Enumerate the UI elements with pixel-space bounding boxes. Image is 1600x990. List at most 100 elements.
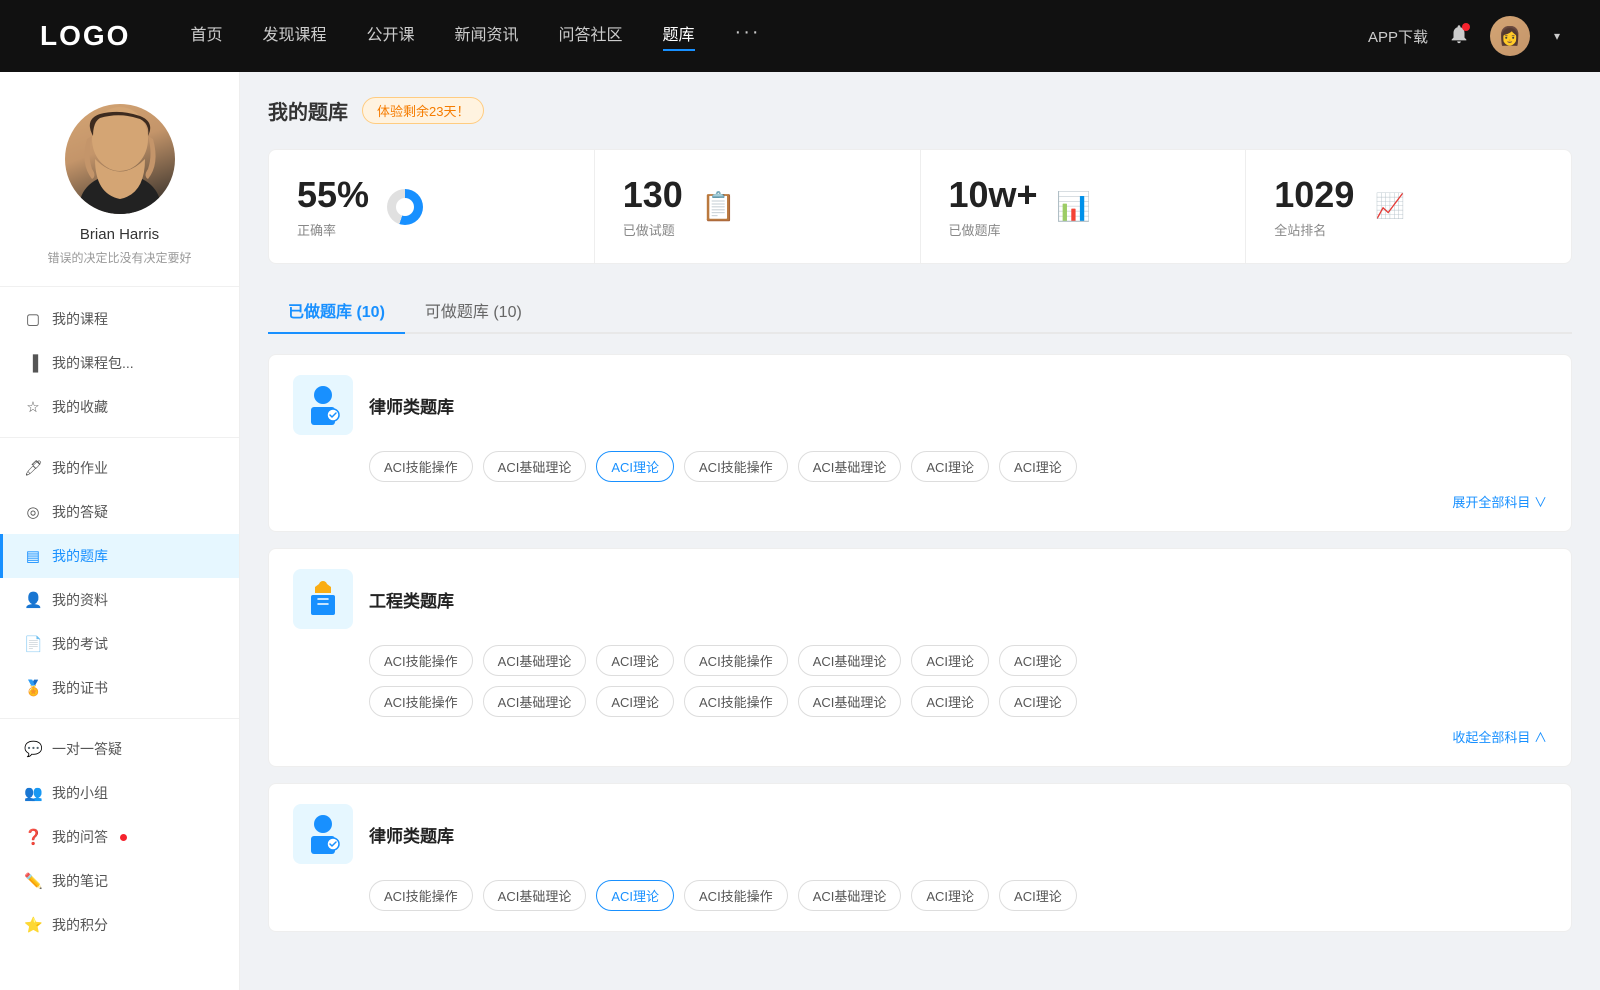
qbank-tag[interactable]: ACI理论 [999, 686, 1077, 717]
qbank-title-engineer: 工程类题库 [369, 587, 454, 612]
sidebar-username: Brian Harris [80, 226, 159, 243]
notification-bell[interactable] [1448, 23, 1470, 50]
nav-qbank[interactable]: 题库 [663, 21, 695, 51]
qbank-tag[interactable]: ACI理论 [999, 880, 1077, 911]
sidebar-item-courses[interactable]: ▢ 我的课程 [0, 297, 239, 341]
qbank-tag[interactable]: ACI基础理论 [483, 645, 587, 676]
qbank-header-2: 工程类题库 [293, 569, 1547, 629]
exam-icon: 📄 [24, 635, 42, 653]
qbank-tag[interactable]: ACI技能操作 [684, 686, 788, 717]
stat-done-banks-label: 已做题库 [949, 220, 1038, 239]
notes-icon: ✏️ [24, 872, 42, 890]
sidebar-item-exam-label: 我的考试 [52, 634, 108, 654]
qbank-tag[interactable]: ACI基础理论 [798, 451, 902, 482]
qbank-tag[interactable]: ACI基础理论 [798, 880, 902, 911]
stat-accuracy-icon [385, 187, 425, 227]
main-content: 我的题库 体验剩余23天！ 55% 正确率 130 已做试题 📋 [240, 72, 1600, 990]
qbank-tag[interactable]: ACI技能操作 [369, 686, 473, 717]
sidebar-divider-1 [0, 437, 239, 438]
collapse-button-2[interactable]: 收起全部科目 ∧ [1452, 727, 1547, 746]
nav-qa[interactable]: 问答社区 [559, 21, 623, 51]
qbank-tag[interactable]: ACI技能操作 [684, 645, 788, 676]
sidebar-item-qa-label: 我的答疑 [52, 502, 108, 522]
qbank-tag[interactable]: ACI技能操作 [684, 451, 788, 482]
qbank-tag[interactable]: ACI技能操作 [369, 880, 473, 911]
qa-red-dot [120, 834, 127, 841]
bar-chart-icon: 📈 [1375, 192, 1405, 221]
qbank-tag[interactable]: ACI技能操作 [369, 451, 473, 482]
qbank-tag[interactable]: ACI基础理论 [483, 451, 587, 482]
qbank-header-3: 律师类题库 [293, 804, 1547, 864]
nav-more[interactable]: ··· [735, 21, 761, 51]
sidebar-item-group[interactable]: 👥 我的小组 [0, 771, 239, 815]
qbank-tag[interactable]: ACI理论 [911, 645, 989, 676]
qbank-tag[interactable]: ACI基础理论 [798, 686, 902, 717]
expand-button-1[interactable]: 展开全部科目 ∨ [1452, 492, 1547, 511]
tab-available-banks[interactable]: 可做题库 (10) [405, 288, 542, 332]
qbank-tag[interactable]: ACI技能操作 [369, 645, 473, 676]
stat-rank-label: 全站排名 [1274, 220, 1354, 239]
sidebar-item-points-label: 我的积分 [52, 915, 108, 935]
bell-notification-dot [1462, 23, 1470, 31]
qbank-card-lawyer-1: 律师类题库 ACI技能操作 ACI基础理论 ACI理论 ACI技能操作 ACI基… [268, 354, 1572, 532]
nav-opencourse[interactable]: 公开课 [366, 21, 414, 51]
qbank-tag[interactable]: ACI理论 [999, 451, 1077, 482]
qbank-tag[interactable]: ACI技能操作 [684, 880, 788, 911]
qbank-tag[interactable]: ACI理论 [999, 645, 1077, 676]
sidebar-item-profile[interactable]: 👤 我的资料 [0, 578, 239, 622]
qbank-footer-2: 收起全部科目 ∧ [293, 727, 1547, 746]
sidebar-item-qbank-label: 我的题库 [52, 546, 108, 566]
course-packages-icon: ▐ [24, 355, 42, 372]
nav-news[interactable]: 新闻资讯 [455, 21, 519, 51]
qbank-title-lawyer-2: 律师类题库 [369, 822, 454, 847]
sidebar-item-course-packages-label: 我的课程包... [52, 353, 134, 373]
sidebar-menu: ▢ 我的课程 ▐ 我的课程包... ☆ 我的收藏 🖊 我的作业 ◎ 我的答疑 ▤ [0, 287, 239, 947]
sidebar-profile: Brian Harris 错误的决定比没有决定要好 [0, 72, 239, 287]
qbank-tag[interactable]: ACI理论 [911, 880, 989, 911]
stat-done-questions-label: 已做试题 [623, 220, 683, 239]
sidebar-item-course-packages[interactable]: ▐ 我的课程包... [0, 341, 239, 385]
qbank-tag[interactable]: ACI基础理论 [798, 645, 902, 676]
sidebar-item-qa[interactable]: ◎ 我的答疑 [0, 490, 239, 534]
doc-icon: 📋 [701, 190, 736, 223]
nav-links: 首页 发现课程 公开课 新闻资讯 问答社区 题库 ··· [190, 21, 1368, 51]
group-icon: 👥 [24, 784, 42, 802]
qbank-tag-active[interactable]: ACI理论 [596, 880, 674, 911]
tab-done-banks[interactable]: 已做题库 (10) [268, 288, 405, 332]
qbank-tags-lawyer-2: ACI技能操作 ACI基础理论 ACI理论 ACI技能操作 ACI基础理论 AC… [293, 880, 1547, 911]
certificate-icon: 🏅 [24, 679, 42, 697]
sidebar-item-myqa[interactable]: ❓ 我的问答 [0, 815, 239, 859]
user-menu-chevron[interactable]: ▾ [1554, 29, 1560, 43]
profile-avatar [65, 104, 175, 214]
sidebar-item-homework[interactable]: 🖊 我的作业 [0, 446, 239, 490]
points-icon: ⭐ [24, 916, 42, 934]
logo: LOGO [40, 20, 130, 52]
nav-home[interactable]: 首页 [190, 21, 222, 51]
qbank-tag[interactable]: ACI理论 [596, 686, 674, 717]
qbank-tags-engineer-row2: ACI技能操作 ACI基础理论 ACI理论 ACI技能操作 ACI基础理论 AC… [293, 686, 1547, 717]
sidebar-item-1on1[interactable]: 💬 一对一答疑 [0, 727, 239, 771]
sidebar-item-courses-label: 我的课程 [52, 309, 108, 329]
sidebar-item-points[interactable]: ⭐ 我的积分 [0, 903, 239, 947]
sidebar-item-certificate[interactable]: 🏅 我的证书 [0, 666, 239, 710]
lawyer-icon-svg-2 [301, 812, 345, 856]
engineer-icon-svg [301, 577, 345, 621]
1on1-icon: 💬 [24, 740, 42, 758]
sidebar-item-1on1-label: 一对一答疑 [52, 739, 122, 759]
qbank-tag[interactable]: ACI基础理论 [483, 686, 587, 717]
nav-discover[interactable]: 发现课程 [262, 21, 326, 51]
qbank-tag-active[interactable]: ACI理论 [596, 451, 674, 482]
page-title: 我的题库 [268, 96, 348, 125]
user-avatar[interactable]: 👩 [1490, 16, 1530, 56]
sidebar-item-notes-label: 我的笔记 [52, 871, 108, 891]
sidebar-item-notes[interactable]: ✏️ 我的笔记 [0, 859, 239, 903]
qbank-tag[interactable]: ACI理论 [596, 645, 674, 676]
sidebar-item-homework-label: 我的作业 [52, 458, 108, 478]
sidebar-item-qbank[interactable]: ▤ 我的题库 [0, 534, 239, 578]
sidebar-item-favorites[interactable]: ☆ 我的收藏 [0, 385, 239, 429]
qbank-tag[interactable]: ACI基础理论 [483, 880, 587, 911]
sidebar-item-exam[interactable]: 📄 我的考试 [0, 622, 239, 666]
qbank-tag[interactable]: ACI理论 [911, 451, 989, 482]
app-download-link[interactable]: APP下载 [1368, 26, 1428, 47]
qbank-tag[interactable]: ACI理论 [911, 686, 989, 717]
